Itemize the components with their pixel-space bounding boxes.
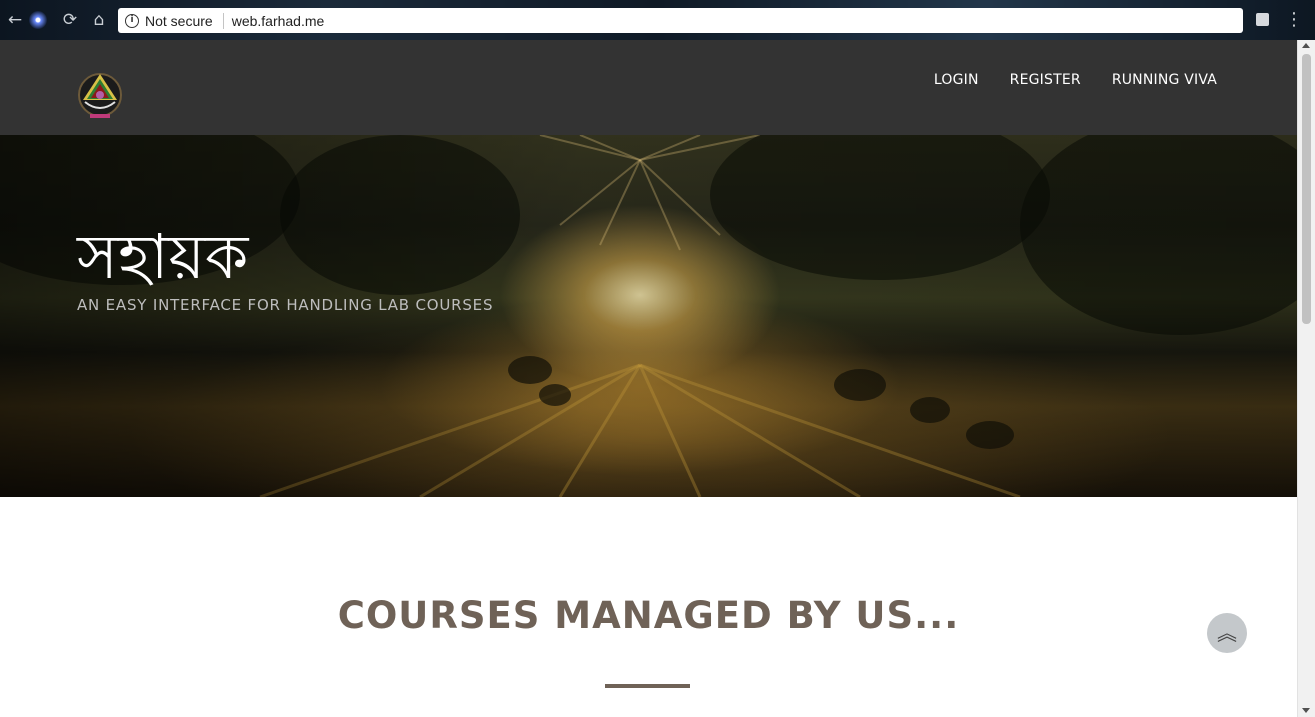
extension-icon[interactable] [1256, 13, 1269, 26]
nav-register-link[interactable]: REGISTER [1010, 72, 1081, 88]
hero-overlay [0, 135, 1297, 497]
reload-button[interactable]: ⟳ [59, 9, 81, 31]
site-logo[interactable] [77, 70, 123, 120]
scrollbar-thumb[interactable] [1302, 54, 1311, 324]
nav-login-link[interactable]: LOGIN [934, 72, 979, 88]
section-divider [605, 684, 690, 688]
nav-running-viva-link[interactable]: RUNNING VIVA [1112, 72, 1217, 88]
home-button[interactable]: ⌂ [88, 9, 110, 31]
security-label[interactable]: Not secure [145, 13, 213, 29]
site-navbar: LOGIN REGISTER RUNNING VIVA [0, 40, 1297, 135]
address-bar[interactable]: i Not secure web.farhad.me [118, 8, 1243, 33]
hero-banner: সহায়ক AN EASY INTERFACE FOR HANDLING LA… [0, 135, 1297, 497]
back-button[interactable]: ← [4, 9, 26, 31]
url-text[interactable]: web.farhad.me [232, 13, 325, 29]
scroll-to-top-button[interactable]: ︽ [1207, 613, 1247, 653]
hero-subtitle: AN EASY INTERFACE FOR HANDLING LAB COURS… [77, 296, 494, 314]
hero-title: সহায়ক [77, 220, 249, 293]
nav-links: LOGIN REGISTER RUNNING VIVA [934, 72, 1217, 88]
chevron-double-up-icon: ︽ [1217, 621, 1237, 645]
scroll-up-arrow-icon[interactable] [1302, 43, 1310, 48]
info-icon[interactable]: i [125, 13, 139, 28]
courses-section-title: COURSES MANAGED BY US... [337, 594, 960, 637]
scroll-down-arrow-icon[interactable] [1302, 708, 1310, 713]
browser-menu-button[interactable]: ⋮ [1285, 9, 1303, 31]
browser-extension-orb-icon[interactable] [29, 11, 47, 29]
page-scrollbar[interactable] [1297, 40, 1315, 717]
logo-emblem-icon [78, 73, 122, 118]
address-separator [222, 12, 224, 29]
browser-toolbar: ← ⟳ ⌂ i Not secure web.farhad.me ⋮ [0, 0, 1315, 40]
